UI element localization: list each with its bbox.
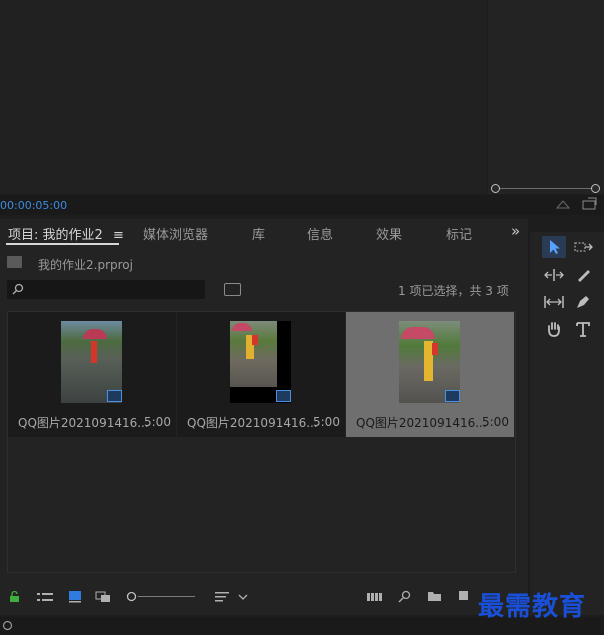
lock-icon[interactable]	[9, 591, 20, 603]
tab-project-label: 项目: 我的作业2	[8, 228, 103, 243]
timecode[interactable]: 00:00:05:00	[0, 199, 67, 212]
program-monitor	[488, 0, 604, 194]
clip-duration: 5:00	[313, 415, 340, 429]
tab-effects[interactable]: 效果	[376, 224, 402, 243]
tools-panel	[530, 232, 604, 615]
new-search-bin-icon[interactable]	[224, 283, 241, 296]
clip-duration: 5:00	[144, 415, 171, 429]
hand-tool[interactable]	[542, 318, 566, 340]
new-bin-icon[interactable]	[427, 590, 442, 602]
selection-icon	[550, 240, 560, 254]
monitor-timebar	[0, 195, 604, 215]
automate-to-sequence-icon[interactable]	[366, 591, 383, 603]
zoom-slider[interactable]	[138, 596, 195, 597]
status-indicator-icon	[2, 620, 13, 631]
slip-tool[interactable]	[542, 291, 566, 313]
razor-icon	[578, 270, 590, 282]
selection-status: 1 项已选择，共 3 项	[398, 284, 509, 298]
clip-name: QQ图片2021091416...	[356, 416, 487, 430]
hand-icon	[548, 322, 560, 337]
pen-icon	[577, 296, 589, 308]
tab-project[interactable]: 项目: 我的作业2 ≡	[8, 224, 124, 243]
active-tab-indicator	[6, 243, 119, 245]
in-point-handle[interactable]	[491, 184, 500, 193]
icon-view-icon[interactable]	[68, 590, 82, 603]
clip-duration: 5:00	[482, 415, 509, 429]
pen-tool[interactable]	[571, 291, 595, 313]
clip-name: QQ图片2021091416...	[18, 416, 149, 430]
zoom-slider-handle[interactable]	[126, 591, 137, 602]
tab-info[interactable]: 信息	[307, 224, 333, 243]
new-item-icon[interactable]	[458, 590, 470, 603]
ripple-edit-tool[interactable]	[542, 264, 566, 286]
freeform-view-icon[interactable]	[95, 590, 115, 604]
sequence-badge-icon	[276, 390, 291, 402]
search-icon	[12, 283, 24, 295]
export-frame-icon[interactable]	[556, 198, 570, 210]
project-filename: 我的作业2.prproj	[38, 258, 133, 272]
tab-media-browser[interactable]: 媒体浏览器	[143, 224, 208, 243]
track-select-icon	[574, 242, 593, 252]
clip-card[interactable]: QQ图片2021091416... 5:00	[8, 312, 176, 437]
find-icon[interactable]	[398, 590, 411, 603]
clip-card-selected[interactable]: QQ图片2021091416... 5:00	[346, 312, 514, 437]
razor-tool[interactable]	[571, 264, 595, 286]
chevron-down-icon[interactable]	[238, 593, 248, 601]
ripple-edit-icon	[544, 269, 564, 281]
clip-thumbnail	[230, 321, 277, 387]
video-badge-icon	[107, 390, 122, 402]
list-view-icon[interactable]	[36, 591, 54, 603]
settings-icon[interactable]	[582, 197, 598, 210]
project-folder-icon	[7, 256, 22, 268]
clip-card[interactable]: QQ图片2021091416... 5:00	[177, 312, 345, 437]
tab-libraries[interactable]: 库	[252, 224, 265, 243]
track-select-tool[interactable]	[571, 236, 595, 258]
tab-markers[interactable]: 标记	[446, 224, 472, 243]
sort-icon[interactable]	[214, 590, 230, 604]
clip-name: QQ图片2021091416...	[187, 416, 318, 430]
search-input[interactable]	[7, 280, 205, 299]
overflow-tabs-icon[interactable]: »	[511, 222, 520, 240]
scrub-bar[interactable]	[496, 188, 596, 189]
video-badge-icon	[445, 390, 460, 402]
selection-tool[interactable]	[542, 236, 566, 258]
type-icon	[576, 322, 590, 337]
watermark-logo: 最需教育	[478, 592, 587, 622]
type-tool[interactable]	[571, 318, 595, 340]
panel-menu-icon[interactable]: ≡	[113, 228, 124, 243]
source-monitor	[0, 0, 487, 194]
out-point-handle[interactable]	[591, 184, 600, 193]
slip-icon	[544, 296, 564, 308]
